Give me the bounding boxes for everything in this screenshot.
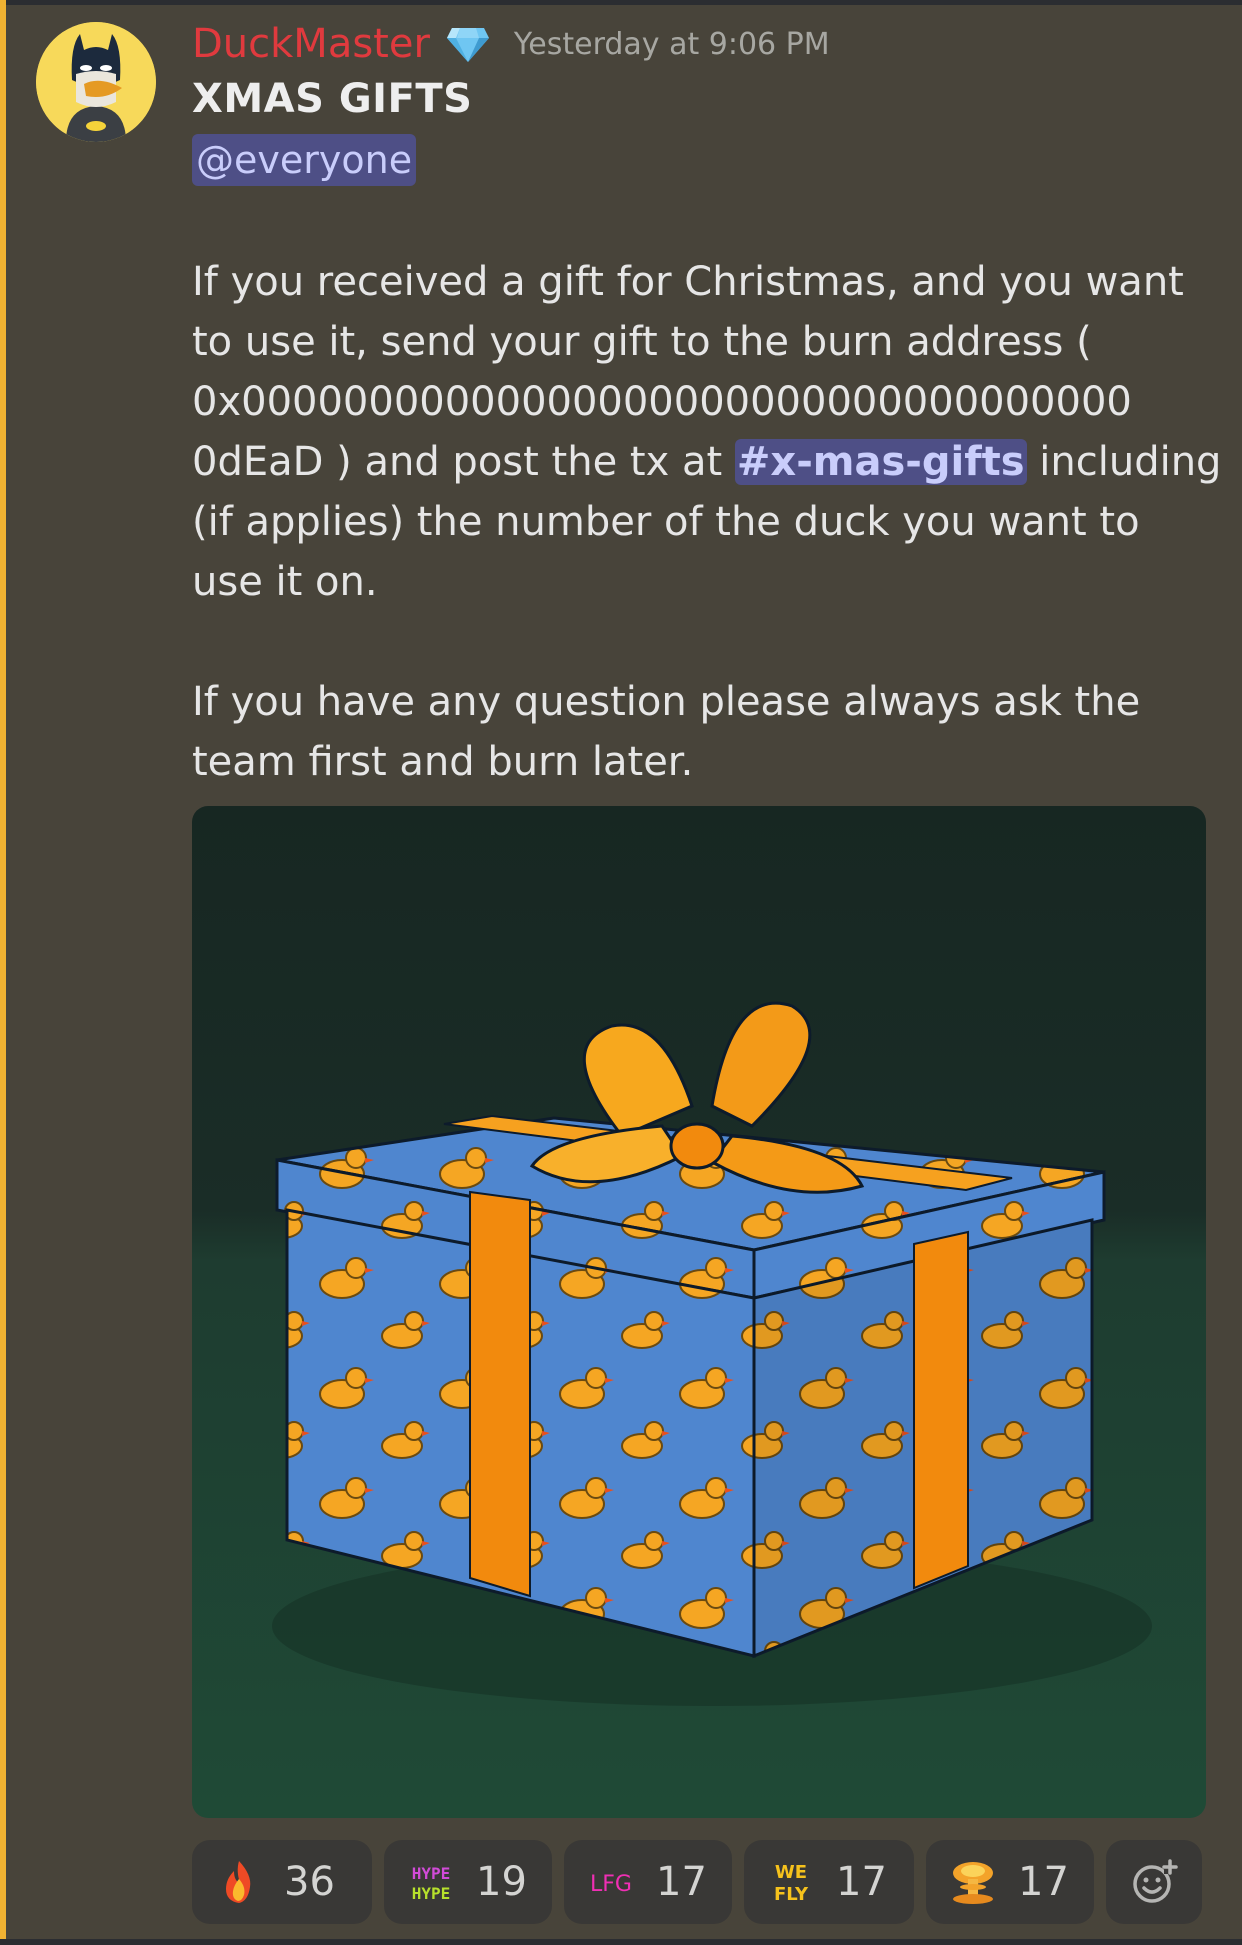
svg-text:LFG: LFG (590, 1872, 632, 1897)
message-timestamp[interactable]: Yesterday at 9:06 PM (514, 27, 830, 62)
svg-text:HYPE: HYPE (412, 1864, 451, 1883)
attached-image[interactable] (192, 806, 1206, 1818)
avatar[interactable] (36, 22, 156, 142)
we-fly-emoji-icon: WE FLY (766, 1857, 816, 1907)
add-reaction-button[interactable] (1106, 1840, 1202, 1924)
mention-highlight-bar (0, 0, 6, 1945)
reaction-bar: 36 HYPE HYPE 19 LFG 17 WE FLY 17 17 (192, 1840, 1214, 1924)
mushroom-cloud-icon (948, 1857, 998, 1907)
diamond-icon[interactable] (446, 24, 490, 64)
reaction-mushroom-cloud[interactable]: 17 (926, 1840, 1094, 1924)
reaction-count: 17 (656, 1859, 707, 1905)
reaction-we-fly[interactable]: WE FLY 17 (744, 1840, 914, 1924)
reaction-lfg[interactable]: LFG 17 (564, 1840, 732, 1924)
message-title: XMAS GIFTS (192, 76, 473, 122)
reaction-hype[interactable]: HYPE HYPE 19 (384, 1840, 552, 1924)
svg-text:WE: WE (775, 1862, 807, 1883)
message-body: If you received a gift for Christmas, an… (192, 252, 1222, 792)
top-border (0, 0, 1242, 5)
bottom-border (0, 1939, 1242, 1945)
svg-text:HYPE: HYPE (412, 1884, 451, 1903)
svg-text:FLY: FLY (774, 1884, 809, 1905)
channel-mention-link[interactable]: #x-mas-gifts (734, 439, 1027, 485)
message-paragraph-1: If you received a gift for Christmas, an… (192, 252, 1222, 612)
reaction-fire[interactable]: 36 (192, 1840, 372, 1924)
fire-icon (214, 1857, 264, 1907)
reaction-count: 17 (1018, 1859, 1069, 1905)
reaction-count: 17 (836, 1859, 887, 1905)
reaction-count: 19 (476, 1859, 527, 1905)
gift-box-illustration-icon (192, 806, 1206, 1818)
batman-duck-avatar-icon (36, 22, 156, 142)
lfg-emoji-icon: LFG (586, 1857, 636, 1907)
add-emoji-icon (1133, 1859, 1178, 1903)
message-paragraph-2: If you have any question please always a… (192, 679, 1141, 785)
reaction-count: 36 (284, 1859, 335, 1905)
hype-emoji-icon: HYPE HYPE (406, 1857, 456, 1907)
everyone-mention[interactable]: @everyone (192, 134, 417, 186)
author-name[interactable]: DuckMaster (192, 21, 430, 67)
